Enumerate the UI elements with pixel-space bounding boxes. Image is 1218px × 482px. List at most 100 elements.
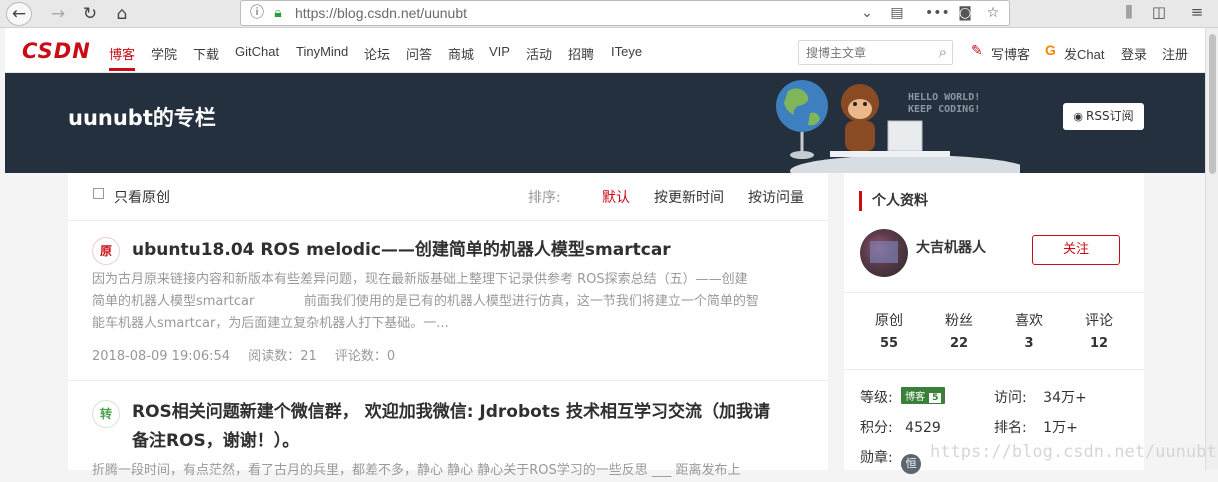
nav-item-jobs[interactable]: 招聘 [568,44,594,63]
nav-item-gitchat[interactable]: GitChat [235,44,279,59]
nav-item-events[interactable]: 活动 [526,44,552,63]
browser-toolbar: ← → ↻ ⌂ ⓘ 🔒︎ https://blog.csdn.net/uunub… [0,0,1218,28]
blog-title[interactable]: uunubt的专栏 [68,102,216,132]
sort-default[interactable]: 默认 [602,187,630,207]
nav-item-download[interactable]: 下载 [193,44,219,63]
computer-monitor [887,120,923,152]
summary-line: 能车机器人smartcar，为后面建立复杂机器人打下基础。一... [92,316,449,331]
lock-icon: 🔒︎ [274,5,282,21]
site-top-nav: CSDN 博客 学院 下载 GitChat TinyMind 论坛 问答 商城 … [5,28,1205,73]
bookmark-star-icon[interactable]: ☆ [983,4,1003,22]
scrollbar-thumb[interactable] [1209,34,1216,174]
follow-button[interactable]: 关注 [1032,235,1120,265]
monkey-face [848,99,872,119]
active-nav-underline [109,68,135,71]
stat-value: 12 [1089,336,1109,351]
page-scrollbar[interactable] [1205,28,1218,470]
article-date: 2018-08-09 19:06:54 [92,349,231,364]
divider [844,292,1144,293]
nav-item-academy[interactable]: 学院 [151,44,177,63]
banner-illustration [776,80,1020,173]
nav-item-tinymind[interactable]: TinyMind [296,44,348,59]
sort-label: 排序: [528,190,561,206]
level-badge-text: 博客 [905,392,926,403]
stat-original[interactable]: 原创 55 [854,310,924,351]
home-icon[interactable]: ⌂ [110,2,134,26]
hello-world-text: HELLO WORLD! KEEP CODING! [908,92,980,116]
info-icon[interactable]: ⓘ [247,4,267,22]
sort-by-update[interactable]: 按更新时间 [654,187,724,207]
level-number: 5 [929,393,942,403]
pocket-icon[interactable]: ◙ [955,4,975,22]
avatar-screen [870,241,898,263]
article-item[interactable]: 转 ROS相关问题新建个微信群， 欢迎加我微信: Jdrobots 技术相互学习… [68,382,828,482]
rss-subscribe-button[interactable]: ◉ RSS订阅 [1063,103,1144,130]
stat-fans[interactable]: 粉丝 22 [924,310,994,351]
level-row: 等级: 博客 5 [860,387,946,407]
nav-item-mall[interactable]: 商城 [448,44,474,63]
forward-arrow-icon[interactable]: → [46,2,70,26]
monkey-eye-left [853,102,857,106]
title-line: 备注ROS，谢谢！）。 [132,431,300,451]
article-item[interactable]: 原 ubuntu18.04 ROS melodic——创建简单的机器人模型sma… [68,221,828,381]
level-badge[interactable]: 博客 5 [901,387,946,404]
stat-label: 喜欢 [1015,313,1043,329]
divider [844,369,1144,370]
avatar[interactable] [860,229,908,277]
login-link[interactable]: 登录 [1121,44,1147,63]
nav-item-forum[interactable]: 论坛 [364,44,390,63]
blog-search-box[interactable]: ⌕ [798,40,953,65]
reader-view-icon[interactable]: ▤ [887,4,907,22]
read-count: 阅读数：21 [248,349,317,364]
summary-line: 因为古月原来链接内容和新版本有些差异问题，现在最新版基础上整理下记录供参考 RO… [92,272,748,287]
nav-item-qa[interactable]: 问答 [406,44,432,63]
comment-count: 评论数：0 [334,349,396,364]
library-icon[interactable]: ⫼ [1118,3,1140,21]
search-input[interactable] [806,44,926,62]
blog-banner: uunubt的专栏 HELLO WORLD! KEEP CODING! ◉ RSS订… [5,73,1205,173]
stat-label: 评论 [1085,313,1113,329]
username[interactable]: 大吉机器人 [916,237,986,257]
sort-by-visits[interactable]: 按访问量 [748,187,804,207]
stat-likes[interactable]: 喜欢 3 [994,310,1064,351]
url-text[interactable]: https://blog.csdn.net/uunubt [295,5,467,21]
search-icon[interactable]: ⌕ [939,43,947,61]
chevron-down-icon[interactable]: ⌄ [857,4,877,22]
globe-icon [776,80,828,132]
filter-bar: 只看原创 排序: 默认 按更新时间 按访问量 [68,173,828,221]
write-blog-link[interactable]: 写博客 [991,44,1030,63]
nav-item-vip[interactable]: VIP [489,44,510,59]
nav-item-blog[interactable]: 博客 [109,44,135,63]
back-arrow-icon[interactable]: ← [6,2,32,26]
article-title[interactable]: ubuntu18.04 ROS melodic——创建简单的机器人模型smart… [132,236,812,265]
visits-value: 34万+ [1043,390,1087,406]
article-title[interactable]: ROS相关问题新建个微信群， 欢迎加我微信: Jdrobots 技术相互学习交流… [132,398,812,456]
more-actions-icon[interactable]: ••• [925,4,950,22]
article-summary[interactable]: 因为古月原来链接内容和新版本有些差异问题，现在最新版基础上整理下记录供参考 RO… [92,269,804,335]
medal-icon[interactable]: 恒 [901,454,922,474]
only-original-checkbox[interactable] [93,188,104,199]
article-summary[interactable]: 折腾一段时间，有点茫然，看了古月的兵里，都差不多，静心 静心 静心关于ROS学习… [92,460,804,482]
stat-comments[interactable]: 评论 12 [1064,310,1134,351]
fachat-link[interactable]: 发Chat [1064,44,1104,63]
title-line: ROS相关问题新建个微信群， 欢迎加我微信: Jdrobots 技术相互学习交流… [132,402,770,422]
monkey-body [845,121,875,151]
csdn-logo[interactable]: CSDN [22,39,91,63]
only-original-label[interactable]: 只看原创 [114,187,170,207]
menu-icon[interactable]: ≡ [1186,3,1208,21]
chat-icon[interactable]: G [1045,42,1056,58]
stat-label: 粉丝 [945,313,973,329]
repost-badge: 转 [92,400,120,428]
article-list-panel: 只看原创 排序: 默认 按更新时间 按访问量 原 ubuntu18.04 ROS… [68,173,828,478]
nav-item-iteye[interactable]: ITeye [611,44,642,59]
visits-label: 访问: [994,390,1027,406]
register-link[interactable]: 注册 [1162,44,1188,63]
pen-icon[interactable]: ✎ [971,42,983,59]
sidebar-icon[interactable]: ◫ [1148,3,1170,21]
reload-icon[interactable]: ↻ [78,2,102,26]
stat-value: 22 [949,336,969,351]
keep-coding-line: KEEP CODING! [908,104,981,115]
rank-label: 排名: [994,420,1027,436]
desk [830,151,950,157]
address-bar[interactable]: ⓘ 🔒︎ https://blog.csdn.net/uunubt ⌄ ▤ ••… [240,0,1010,26]
